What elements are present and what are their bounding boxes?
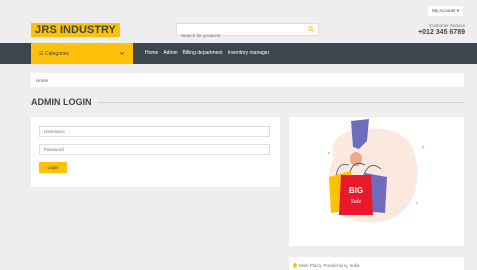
username-field[interactable] xyxy=(39,126,270,137)
breadcrumb-home[interactable]: Home xyxy=(36,78,48,83)
promo-badge-sale: Sale xyxy=(351,199,362,205)
nav-link-home[interactable]: Home xyxy=(145,50,158,56)
customer-service-phone: +012 345 6789 xyxy=(418,29,465,36)
nav-link-billing[interactable]: Billing department xyxy=(183,50,223,56)
my-account-dropdown[interactable]: My Account ▾ xyxy=(428,6,463,16)
categories-dropdown[interactable]: ☰ Categories xyxy=(31,43,133,64)
chevron-down-icon xyxy=(120,52,124,55)
logo-text-jrs: JRS xyxy=(35,24,57,36)
logo[interactable]: JRS INDUSTRY xyxy=(31,23,120,37)
login-form: Login xyxy=(31,117,280,187)
customer-service-label: Customer Service xyxy=(429,23,465,28)
shopping-sale-illustration: BIG Sale xyxy=(327,119,425,223)
nav-link-admin[interactable]: Admin xyxy=(163,50,177,56)
page-title-text: ADMIN LOGIN xyxy=(31,97,92,107)
breadcrumb: Home xyxy=(31,73,464,87)
promo-badge-big: BIG xyxy=(349,186,363,195)
nav-link-inventory[interactable]: Inventory manager xyxy=(228,50,270,56)
location-pin-icon xyxy=(293,263,297,268)
top-bar: My Account ▾ xyxy=(0,0,477,20)
search-bar xyxy=(176,23,319,41)
categories-label: ☰ Categories xyxy=(39,50,70,57)
promo-card: BIG Sale xyxy=(289,117,464,246)
search-icon[interactable] xyxy=(308,26,314,32)
customer-service: Customer Service +012 345 6789 xyxy=(418,23,465,36)
page-title: ADMIN LOGIN xyxy=(31,97,464,107)
nav-links: Home Admin Billing department Inventory … xyxy=(145,50,269,56)
address-text: Multi Plaza, Pondicherry, India xyxy=(299,263,360,268)
search-input[interactable] xyxy=(177,30,302,41)
title-divider xyxy=(97,101,464,103)
header: JRS INDUSTRY Customer Service +012 345 6… xyxy=(0,20,477,44)
logo-text-industry: INDUSTRY xyxy=(60,24,116,36)
navbar: ☰ Categories Home Admin Billing departme… xyxy=(0,43,477,64)
contact-card: Multi Plaza, Pondicherry, India xyxy=(289,257,464,270)
password-field[interactable] xyxy=(39,144,270,155)
login-button[interactable]: Login xyxy=(39,162,67,173)
